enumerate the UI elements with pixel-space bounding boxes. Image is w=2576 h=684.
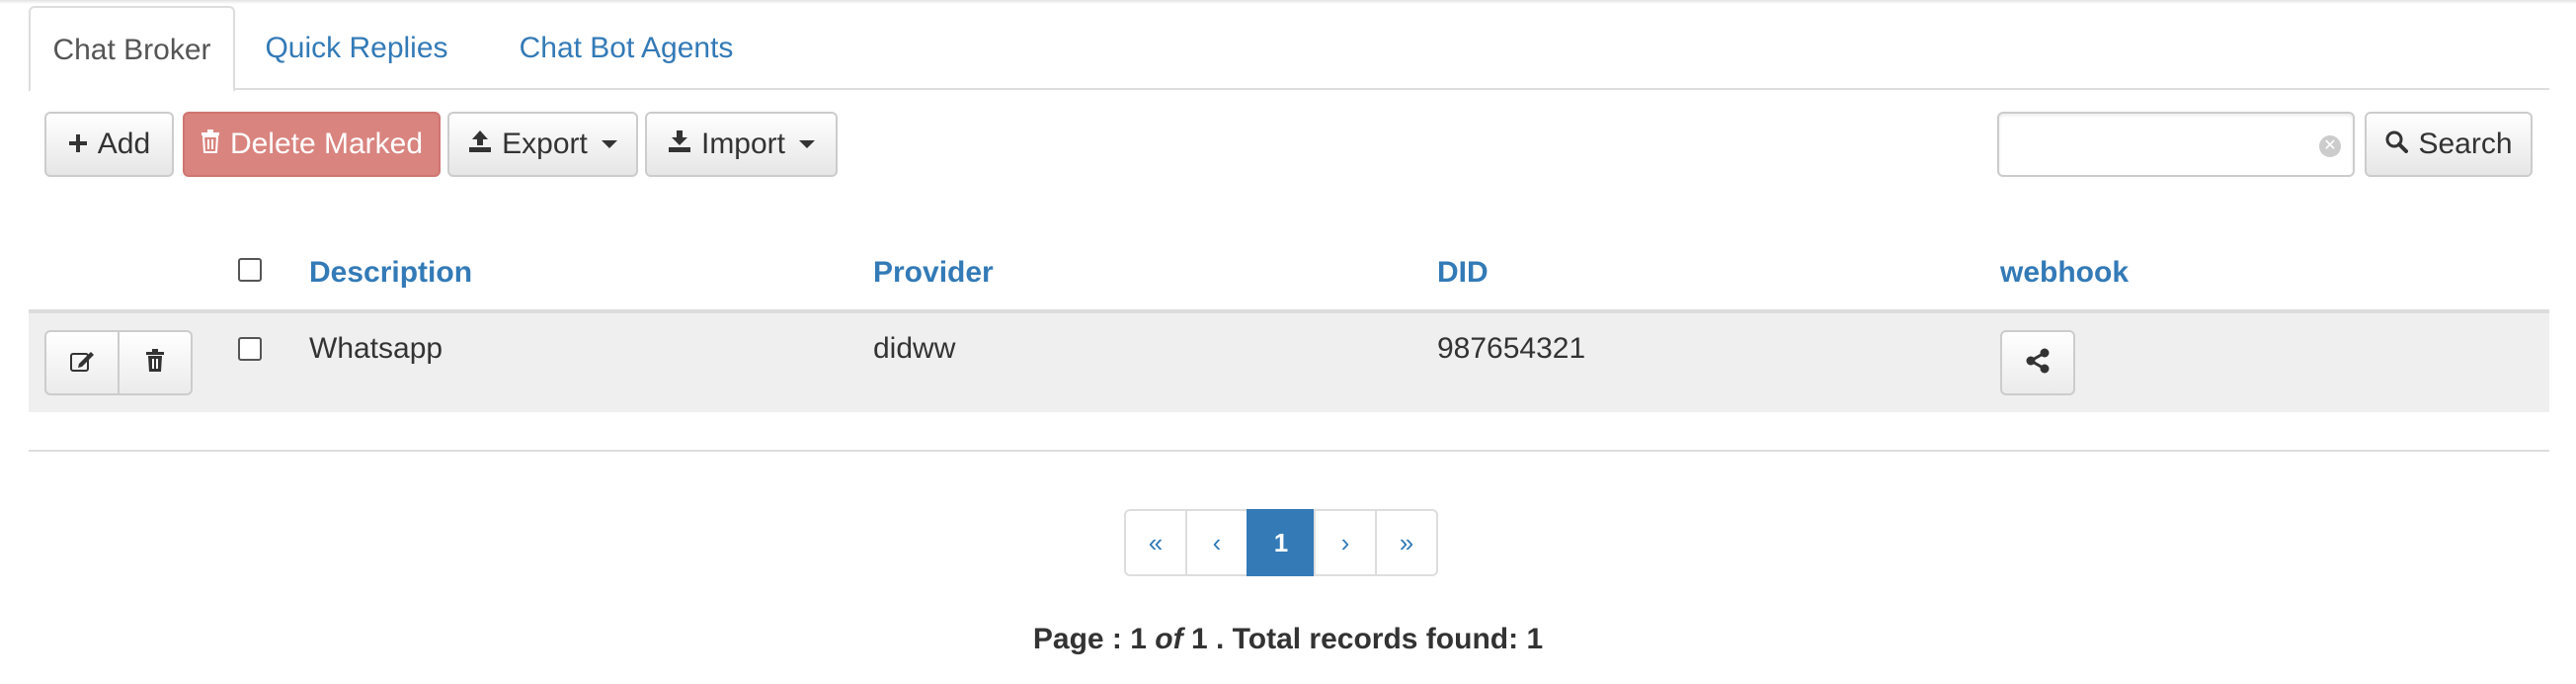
delete-marked-button[interactable]: Delete Marked — [183, 112, 441, 177]
cell-did: 987654321 — [1437, 332, 1586, 365]
tab-quick-replies[interactable]: Quick Replies — [258, 6, 455, 88]
import-label: Import — [700, 128, 786, 160]
edit-icon — [69, 349, 95, 378]
cell-description: Whatsapp — [309, 332, 443, 365]
caret-down-icon — [799, 140, 816, 148]
search-button-label: Search — [2418, 128, 2513, 160]
table-bottom-divider — [29, 450, 2549, 452]
current-page-button[interactable]: 1 — [1247, 509, 1316, 576]
plus-icon — [68, 128, 88, 161]
edit-button[interactable] — [46, 332, 118, 393]
row-actions — [44, 330, 193, 395]
delete-row-button[interactable] — [118, 332, 191, 393]
total-records: 1 — [1526, 623, 1544, 655]
trash-icon — [145, 348, 165, 378]
prev-page-button[interactable]: ‹ — [1185, 509, 1248, 576]
add-button[interactable]: Add — [44, 112, 174, 177]
export-button[interactable]: Export — [447, 112, 638, 177]
search-field[interactable]: ✕ — [1997, 112, 2355, 177]
table-header: Description Provider DID webhook — [29, 242, 2549, 313]
page-number: 1 — [1130, 623, 1147, 655]
delete-marked-label: Delete Marked — [229, 128, 424, 160]
trash-icon — [201, 128, 220, 161]
cell-provider: didww — [873, 332, 956, 365]
download-icon — [668, 128, 691, 161]
import-button[interactable]: Import — [645, 112, 838, 177]
webhook-share-button[interactable] — [2000, 330, 2075, 395]
column-header-webhook[interactable]: webhook — [2000, 256, 2129, 290]
first-page-button[interactable]: « — [1124, 509, 1187, 576]
caret-down-icon — [601, 140, 617, 148]
page-prefix: Page : — [1032, 623, 1131, 655]
tab-bar: Chat Broker Quick Replies Chat Bot Agent… — [29, 6, 2549, 92]
tab-chat-broker[interactable]: Chat Broker — [29, 6, 235, 92]
select-all-checkbox[interactable] — [238, 258, 262, 282]
top-shadow — [0, 0, 2576, 4]
search-input[interactable] — [2011, 114, 2311, 175]
column-header-did[interactable]: DID — [1437, 256, 1489, 290]
last-page-button[interactable]: » — [1375, 509, 1438, 576]
column-header-description[interactable]: Description — [309, 256, 472, 290]
page-summary: Page : 1 of 1 . Total records found: 1 — [0, 623, 2576, 656]
records-text: . Total records found: — [1215, 623, 1527, 655]
tab-chat-bot-agents[interactable]: Chat Bot Agents — [493, 6, 760, 88]
total-pages: 1 — [1190, 623, 1208, 655]
row-checkbox[interactable] — [238, 337, 262, 361]
of-word: of — [1155, 623, 1183, 655]
search-button[interactable]: Search — [2365, 112, 2533, 177]
search-icon — [2384, 128, 2409, 161]
table-row: Whatsapp didww 987654321 — [29, 313, 2549, 412]
column-header-provider[interactable]: Provider — [873, 256, 994, 290]
share-icon — [2025, 348, 2051, 379]
add-button-label: Add — [97, 128, 151, 160]
next-page-button[interactable]: › — [1314, 509, 1377, 576]
upload-icon — [468, 128, 492, 161]
export-label: Export — [502, 128, 588, 160]
pagination: « ‹ 1 › » — [1124, 509, 1438, 576]
clear-search-icon[interactable]: ✕ — [2319, 135, 2341, 157]
